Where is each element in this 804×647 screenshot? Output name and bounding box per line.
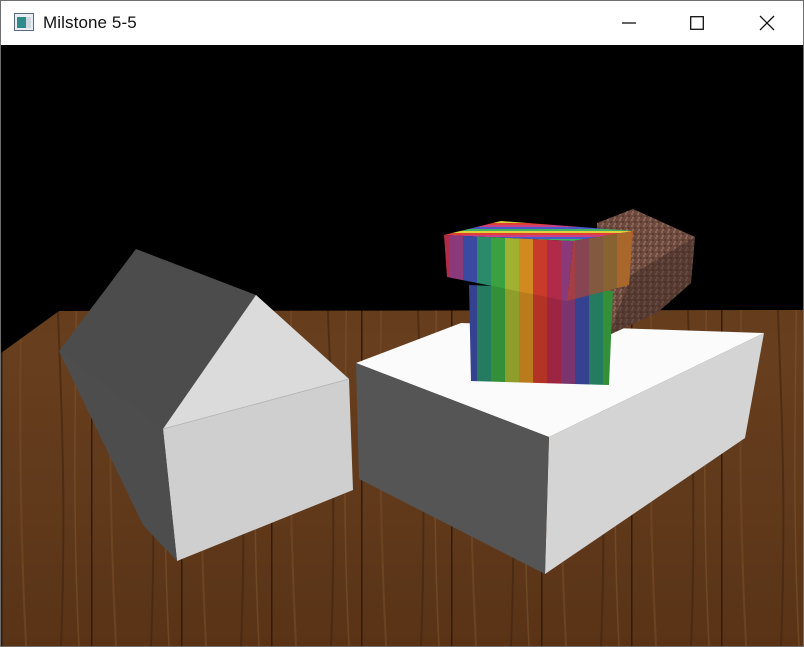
close-button[interactable] — [734, 1, 800, 45]
minimize-button[interactable] — [596, 1, 662, 45]
title-bar[interactable]: Milstone 5-5 — [1, 1, 803, 45]
scene-canvas — [1, 209, 803, 646]
render-viewport[interactable] — [1, 45, 803, 646]
window-title: Milstone 5-5 — [43, 13, 137, 32]
maximize-icon — [690, 16, 704, 30]
app-window: Milstone 5-5 — [0, 0, 804, 647]
rainbow-cube-bottom — [469, 285, 613, 385]
maximize-button[interactable] — [664, 1, 730, 45]
close-icon — [759, 15, 775, 31]
app-icon — [14, 13, 34, 31]
minimize-icon — [622, 22, 636, 24]
